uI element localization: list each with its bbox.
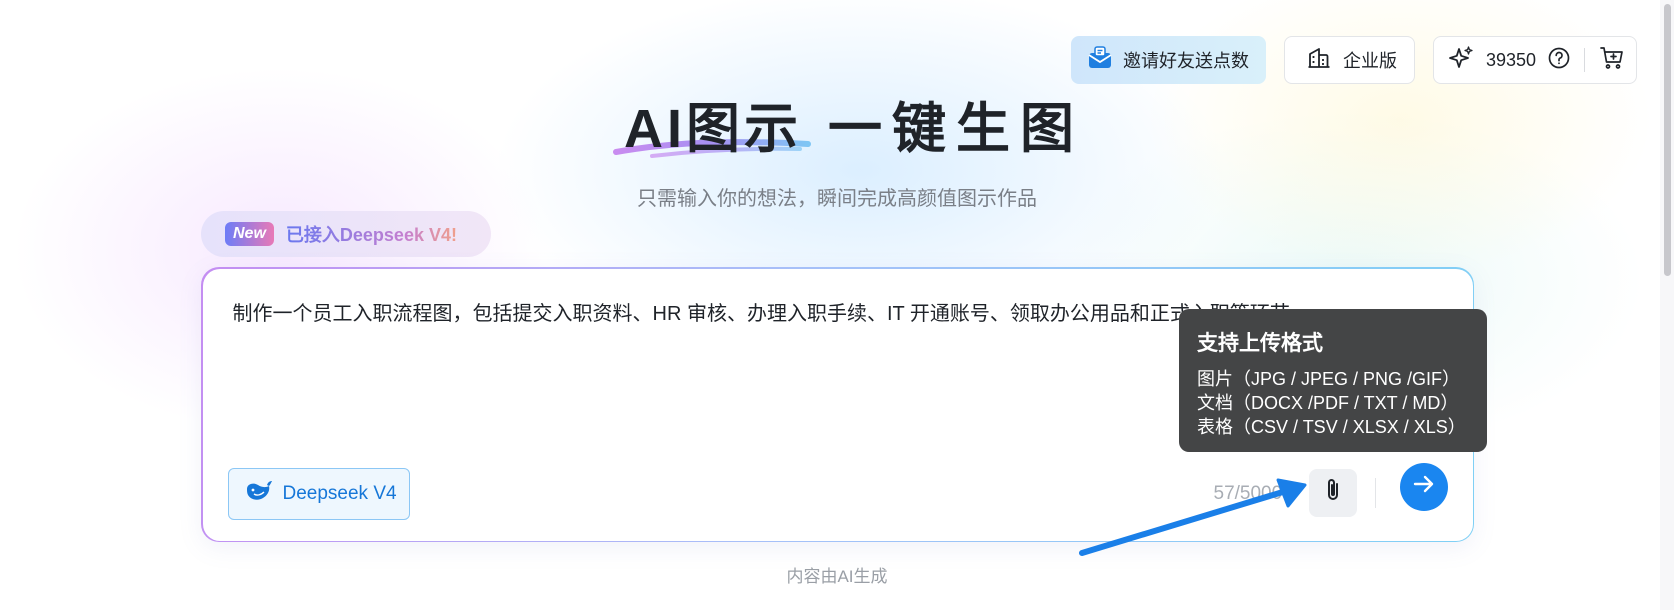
tooltip-title: 支持上传格式 (1197, 332, 1323, 355)
points-value: 39350 (1486, 49, 1537, 70)
scrollbar-thumb[interactable] (1664, 4, 1671, 276)
invite-label: 邀请好友送点数 (1123, 51, 1249, 71)
enterprise-label: 企业版 (1343, 51, 1397, 71)
new-tag: New (225, 222, 274, 246)
tooltip-line-documents: 文档（DOCX /PDF / TXT / MD） (1197, 393, 1459, 413)
points-panel: 39350 (1433, 36, 1637, 84)
tooltip-line-images: 图片（JPG / JPEG / PNG /GIF） (1197, 369, 1461, 389)
tooltip-line-spreadsheets: 表格（CSV / TSV / XLSX / XLS） (1197, 417, 1466, 437)
action-divider (1374, 477, 1376, 508)
send-button[interactable] (1399, 462, 1448, 511)
upload-formats-tooltip: 支持上传格式 图片（JPG / JPEG / PNG /GIF） 文档（DOCX… (1179, 309, 1487, 452)
badge-text: 已接入Deepseek V4! (286, 221, 457, 247)
help-icon[interactable] (1548, 47, 1570, 74)
model-select-button[interactable]: Deepseek V4 (227, 467, 410, 520)
invite-friends-button[interactable]: 邀请好友送点数 (1071, 36, 1266, 84)
attach-file-button[interactable] (1308, 468, 1357, 517)
title-part-generate: 一键生图 (828, 98, 1084, 159)
title-part-ai: AI图示 (624, 98, 802, 159)
model-label: Deepseek V4 (282, 482, 397, 504)
char-counter: 57/5000 (1213, 482, 1283, 504)
page-subtitle: 只需输入你的想法，瞬间完成高颜值图示作品 (637, 188, 1037, 210)
enterprise-button[interactable]: 企业版 (1284, 36, 1415, 84)
deepseek-announcement-badge: New 已接入Deepseek V4! (201, 211, 491, 257)
gift-mail-icon (1087, 45, 1113, 76)
ai-generated-note: 内容由AI生成 (786, 567, 888, 586)
paperclip-icon (1321, 477, 1345, 508)
add-to-cart-icon[interactable] (1599, 45, 1625, 76)
page-scrollbar[interactable] (1660, 0, 1674, 610)
building-icon (1307, 46, 1331, 75)
points-divider (1584, 48, 1586, 72)
page-title: AI图示 一键生图 (624, 88, 1084, 159)
sparkle-icon (1448, 45, 1474, 76)
deepseek-whale-icon (245, 479, 273, 509)
arrow-right-icon (1411, 471, 1437, 502)
